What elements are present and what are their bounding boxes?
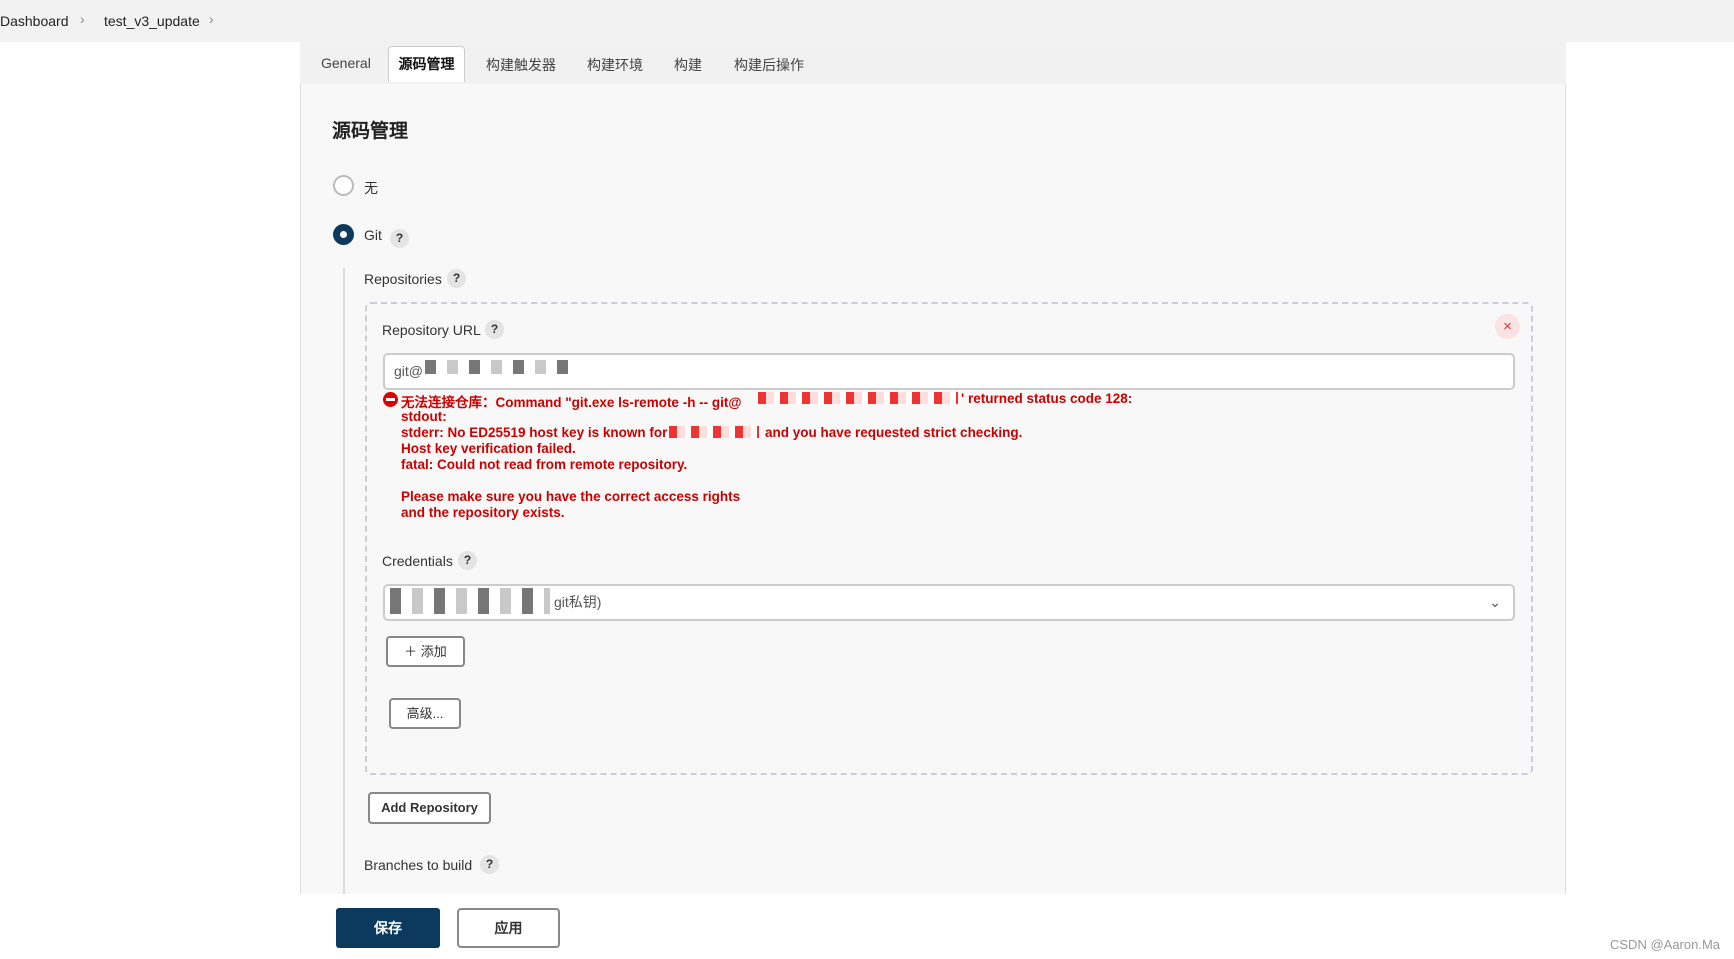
chevron-down-icon: ⌄: [1489, 594, 1501, 610]
help-icon[interactable]: ?: [480, 855, 499, 874]
repositories-label: Repositories: [364, 271, 442, 287]
section-title: 源码管理: [332, 121, 409, 142]
error-line: Please make sure you have the correct ac…: [401, 489, 741, 504]
help-icon[interactable]: ?: [447, 269, 466, 288]
credentials-label: Credentials: [382, 553, 453, 569]
save-button[interactable]: 保存: [336, 908, 440, 948]
add-credentials-button[interactable]: ＋ 添加: [386, 636, 465, 667]
error-line: and you have requested strict checking.: [765, 425, 1023, 440]
add-label: 添加: [420, 644, 447, 659]
error-icon: [383, 392, 398, 407]
chevron-right-icon: ›: [80, 11, 85, 27]
tab-environment[interactable]: 构建环境: [587, 55, 643, 75]
radio-git-label: Git: [364, 227, 382, 243]
tab-general[interactable]: General: [321, 55, 371, 71]
help-icon[interactable]: ?: [390, 229, 409, 248]
delete-repository-icon[interactable]: ×: [1495, 314, 1520, 339]
tab-post-build[interactable]: 构建后操作: [734, 55, 804, 75]
radio-none-label: 无: [364, 180, 378, 196]
watermark: CSDN @Aaron.Ma: [1610, 937, 1721, 952]
breadcrumb-dashboard[interactable]: Dashboard: [0, 13, 69, 29]
redacted-url: [425, 360, 570, 374]
advanced-button[interactable]: 高级...: [389, 698, 461, 729]
redacted-host: [758, 392, 958, 404]
section-divider: [343, 268, 345, 894]
redacted-host: [669, 426, 759, 438]
chevron-right-icon: ›: [209, 11, 214, 27]
error-line: fatal: Could not read from remote reposi…: [401, 457, 688, 472]
credentials-value: git私钥): [554, 594, 602, 610]
breadcrumb-job[interactable]: test_v3_update: [104, 13, 200, 29]
tab-scm[interactable]: 源码管理: [388, 46, 465, 82]
credentials-select[interactable]: git私钥) ⌄: [383, 584, 1515, 621]
help-icon[interactable]: ?: [458, 551, 477, 570]
error-line: and the repository exists.: [401, 505, 565, 520]
tab-triggers[interactable]: 构建触发器: [486, 55, 556, 75]
radio-none[interactable]: [333, 175, 354, 196]
breadcrumb-bar: [0, 0, 1734, 42]
error-line: stdout:: [401, 409, 447, 424]
radio-git[interactable]: [333, 224, 354, 245]
repository-url-value: git@: [394, 363, 423, 379]
error-line: ' returned status code 128:: [961, 391, 1133, 406]
error-line: stderr: No ED25519 host key is known for: [401, 425, 668, 440]
help-icon[interactable]: ?: [485, 320, 504, 339]
error-line: Host key verification failed.: [401, 441, 576, 456]
tab-build[interactable]: 构建: [674, 55, 702, 75]
error-line: 无法连接仓库：Command "git.exe ls-remote -h -- …: [401, 395, 742, 410]
redacted-credential: [390, 588, 550, 614]
repository-url-label: Repository URL: [382, 322, 481, 338]
plus-icon: ＋: [404, 644, 421, 659]
apply-button[interactable]: 应用: [457, 908, 560, 948]
add-repository-button[interactable]: Add Repository: [368, 792, 491, 824]
branches-label: Branches to build: [364, 857, 473, 873]
